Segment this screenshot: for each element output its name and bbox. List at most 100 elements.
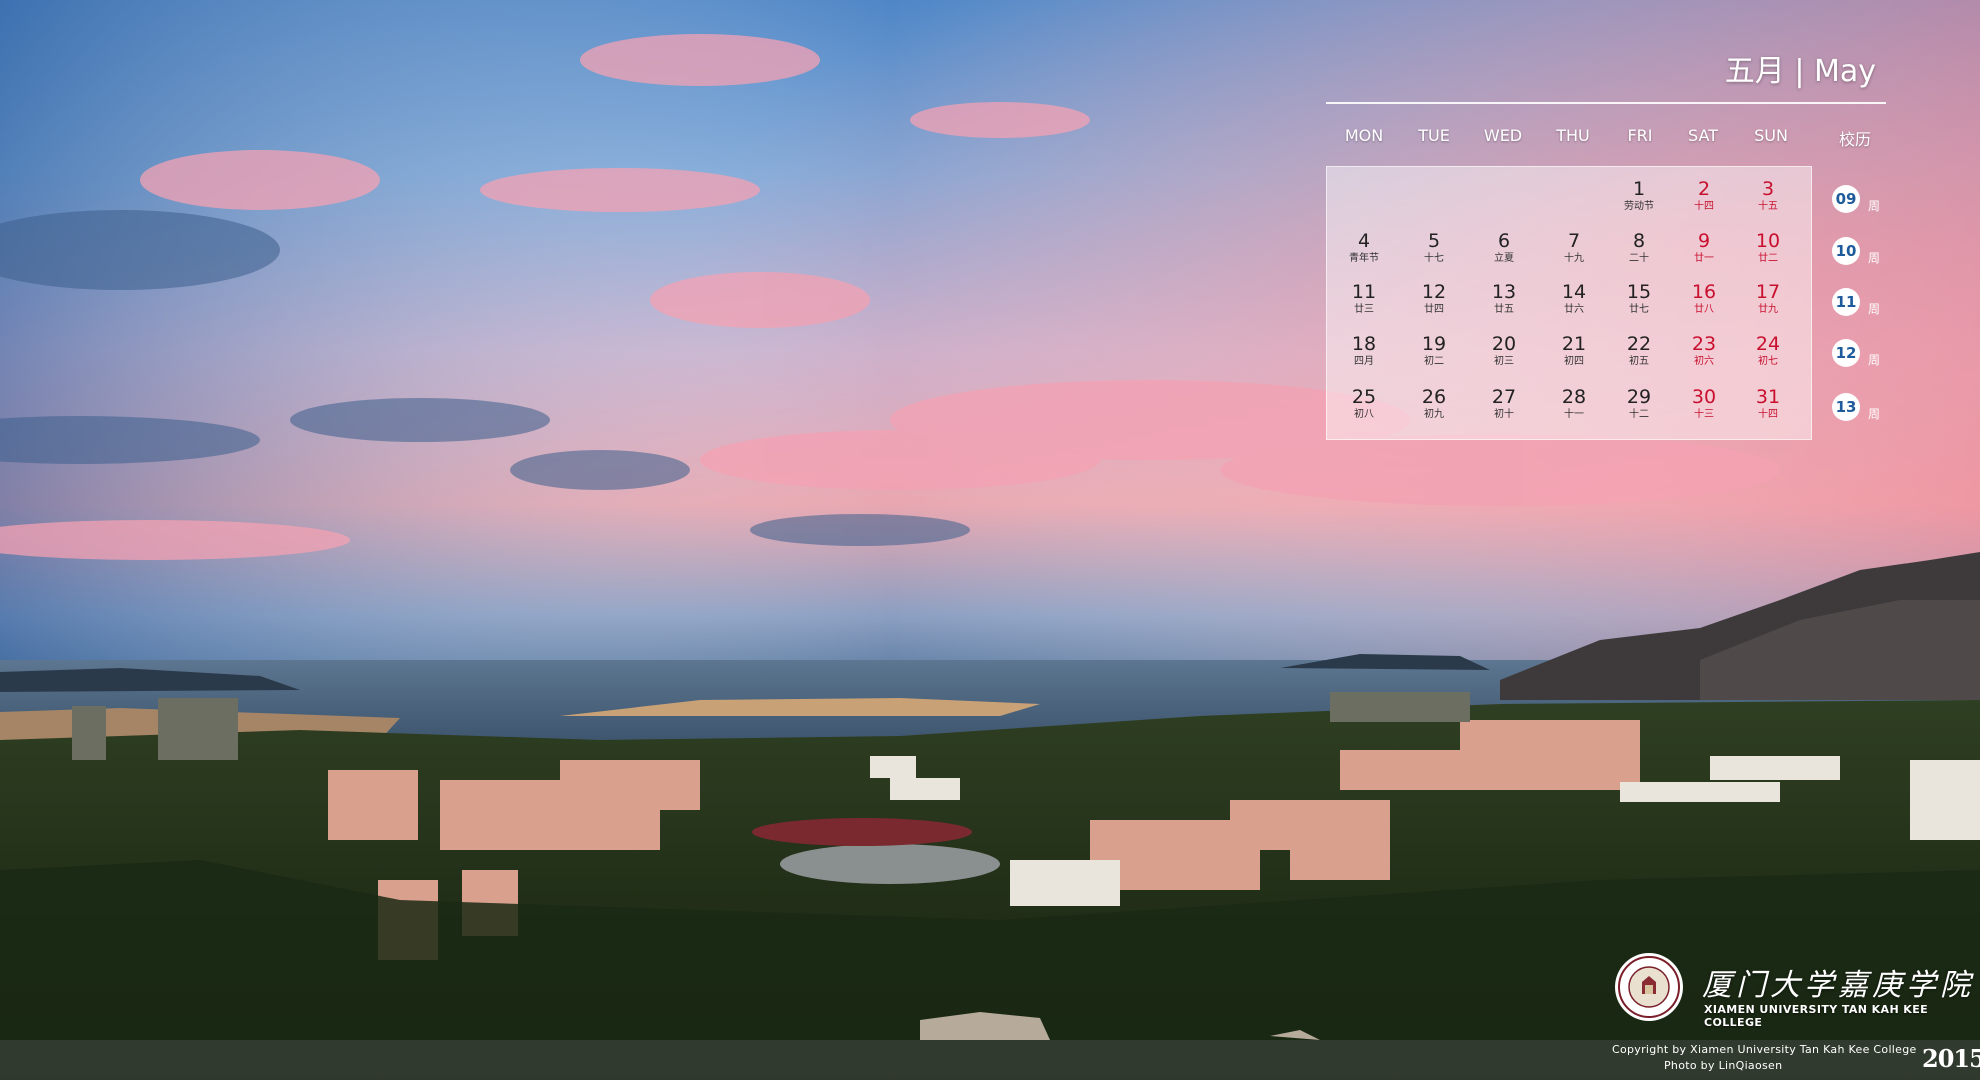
- calendar-day-26: 26 初九: [1399, 386, 1469, 432]
- day-number: 7: [1567, 230, 1581, 252]
- calendar-day-7: 7 十九: [1539, 230, 1609, 276]
- lunar-date: 廿二: [1758, 253, 1778, 264]
- month-en: May: [1813, 54, 1876, 89]
- week-number-circle: 11: [1832, 288, 1860, 316]
- lunar-date: 初二: [1424, 356, 1444, 367]
- month-cn: 五月: [1724, 54, 1785, 89]
- lunar-date: 十四: [1694, 201, 1714, 212]
- weekday-wed: WED: [1483, 126, 1523, 145]
- calendar-day-19: 19 初二: [1399, 333, 1469, 379]
- copyright-text: Copyright by Xiamen University Tan Kah K…: [1612, 1043, 1917, 1056]
- lunar-date: 十一: [1564, 409, 1584, 420]
- calendar-day-18: 18 四月: [1329, 333, 1399, 379]
- calendar-day-22: 22 初五: [1604, 333, 1674, 379]
- week-column-header: 校历: [1838, 130, 1871, 149]
- calendar-year: 2015: [1922, 1044, 1980, 1073]
- lunar-date: 二十: [1629, 253, 1649, 264]
- lunar-date: 廿三: [1354, 304, 1374, 315]
- day-number: 28: [1561, 386, 1587, 408]
- calendar-day-5: 5 十七: [1399, 230, 1469, 276]
- day-number: 30: [1691, 386, 1717, 408]
- calendar-day-17: 17 廿九: [1733, 281, 1803, 327]
- lunar-date: 廿五: [1494, 304, 1514, 315]
- day-number: 29: [1626, 386, 1652, 408]
- lunar-date: 立夏: [1494, 253, 1514, 264]
- lunar-date: 十四: [1758, 409, 1778, 420]
- day-number: 26: [1421, 386, 1447, 408]
- day-number: 1: [1632, 178, 1646, 200]
- calendar-day-11: 11 廿三: [1329, 281, 1399, 327]
- day-number: 31: [1755, 386, 1781, 408]
- week-number-13: 13 周: [1832, 393, 1922, 423]
- lunar-date: 初九: [1424, 409, 1444, 420]
- calendar-day-20: 20 初三: [1469, 333, 1539, 379]
- lunar-date: 初六: [1694, 356, 1714, 367]
- lunar-date: 廿八: [1694, 304, 1714, 315]
- calendar-day-2: 2 十四: [1669, 178, 1739, 224]
- calendar-day-31: 31 十四: [1733, 386, 1803, 432]
- day-number: 8: [1632, 230, 1646, 252]
- lunar-date: 廿七: [1629, 304, 1649, 315]
- week-number-circle: 10: [1832, 237, 1860, 265]
- day-number: 9: [1697, 230, 1711, 252]
- calendar-day-23: 23 初六: [1669, 333, 1739, 379]
- calendar-day-28: 28 十一: [1539, 386, 1609, 432]
- lunar-date: 十二: [1629, 409, 1649, 420]
- college-seal-logo: [1615, 953, 1683, 1021]
- day-number: 10: [1755, 230, 1781, 252]
- day-number: 15: [1626, 281, 1652, 303]
- day-number: 23: [1691, 333, 1717, 355]
- photo-credit: Photo by LinQiaosen: [1664, 1059, 1783, 1072]
- calendar-day-27: 27 初十: [1469, 386, 1539, 432]
- calendar-day-12: 12 廿四: [1399, 281, 1469, 327]
- calendar-day-24: 24 初七: [1733, 333, 1803, 379]
- lunar-date: 四月: [1354, 356, 1374, 367]
- day-number: 19: [1421, 333, 1447, 355]
- weekday-tue: TUE: [1418, 126, 1450, 145]
- calendar-day-29: 29 十二: [1604, 386, 1674, 432]
- college-name-cn: 厦门大学嘉庚学院: [1702, 968, 1974, 1003]
- calendar-day-10: 10 廿二: [1733, 230, 1803, 276]
- day-number: 4: [1357, 230, 1371, 252]
- lunar-date: 初十: [1494, 409, 1514, 420]
- month-separator: |: [1794, 54, 1805, 89]
- calendar-day-30: 30 十三: [1669, 386, 1739, 432]
- week-number-circle: 09: [1832, 185, 1860, 213]
- day-number: 18: [1351, 333, 1377, 355]
- day-number: 6: [1497, 230, 1511, 252]
- lunar-date: 廿六: [1564, 304, 1584, 315]
- lunar-date: 十七: [1424, 253, 1444, 264]
- calendar-day-21: 21 初四: [1539, 333, 1609, 379]
- college-name-en: XIAMEN UNIVERSITY TAN KAH KEE COLLEGE: [1704, 1003, 1929, 1029]
- day-number: 2: [1697, 178, 1711, 200]
- calendar-day-3: 3 十五: [1733, 178, 1803, 224]
- day-number: 22: [1626, 333, 1652, 355]
- lunar-date: 初八: [1354, 409, 1374, 420]
- week-number-11: 11 周: [1832, 288, 1922, 318]
- week-number-circle: 13: [1832, 393, 1860, 421]
- lunar-date: 廿四: [1424, 304, 1444, 315]
- day-number: 25: [1351, 386, 1377, 408]
- day-number: 16: [1691, 281, 1717, 303]
- calendar-day-15: 15 廿七: [1604, 281, 1674, 327]
- day-number: 21: [1561, 333, 1587, 355]
- calendar-month-title: 五月 | May: [1725, 46, 1876, 90]
- lunar-date: 初七: [1758, 356, 1778, 367]
- week-number-09: 09 周: [1832, 185, 1922, 215]
- lunar-date: 劳动节: [1624, 201, 1654, 212]
- day-number: 12: [1421, 281, 1447, 303]
- week-suffix: 周: [1868, 302, 1881, 316]
- lunar-date: 青年节: [1349, 253, 1379, 264]
- day-number: 27: [1491, 386, 1517, 408]
- calendar-day-13: 13 廿五: [1469, 281, 1539, 327]
- calendar-day-6: 6 立夏: [1469, 230, 1539, 276]
- week-number-12: 12 周: [1832, 339, 1922, 369]
- week-suffix: 周: [1868, 353, 1881, 367]
- weekday-mon: MON: [1344, 126, 1384, 145]
- lunar-date: 十三: [1694, 409, 1714, 420]
- lunar-date: 初三: [1494, 356, 1514, 367]
- calendar-day-8: 8 二十: [1604, 230, 1674, 276]
- calendar-day-25: 25 初八: [1329, 386, 1399, 432]
- week-suffix: 周: [1868, 199, 1881, 213]
- lunar-date: 廿一: [1694, 253, 1714, 264]
